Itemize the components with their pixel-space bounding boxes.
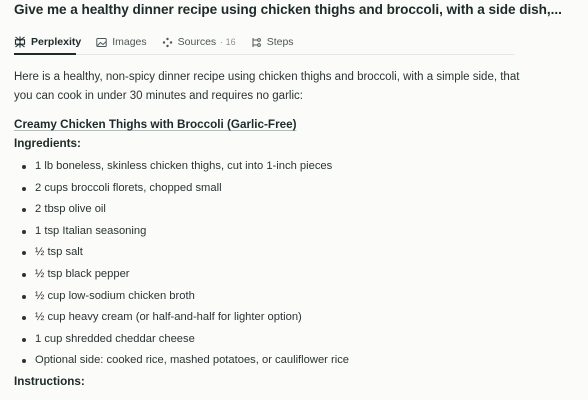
list-item: 1 lb boneless, skinless chicken thighs, … (14, 156, 554, 178)
image-icon (96, 37, 107, 47)
sources-count: · 16 (220, 37, 236, 47)
sources-count-value: 16 (225, 37, 236, 47)
tab-divider (14, 54, 514, 55)
tab-sources-label: Sources (177, 36, 217, 48)
list-item: 2 tbsp olive oil (14, 199, 554, 221)
list-item: ½ tsp black pepper (14, 264, 554, 286)
list-item: ½ tsp salt (14, 242, 554, 264)
list-item: 1 cup shredded cheddar cheese (14, 329, 554, 351)
answer-tabs: Perplexity Images Sources · 16 Steps (14, 30, 309, 54)
tab-steps[interactable]: Steps (251, 30, 294, 54)
query-title: Give me a healthy dinner recipe using ch… (14, 2, 562, 17)
ingredients-list: 1 lb boneless, skinless chicken thighs, … (14, 156, 554, 372)
ingredients-heading: Ingredients: (14, 137, 81, 150)
list-item: 1 tsp Italian seasoning (14, 221, 554, 243)
tab-images[interactable]: Images (96, 30, 147, 54)
tab-perplexity-label: Perplexity (31, 36, 82, 48)
list-item: ½ cup heavy cream (or half-and-half for … (14, 307, 554, 329)
tab-steps-label: Steps (266, 36, 294, 48)
tab-perplexity[interactable]: Perplexity (14, 30, 81, 54)
tab-sources[interactable]: Sources · 16 (162, 30, 236, 54)
list-item: 2 cups broccoli florets, chopped small (14, 178, 554, 200)
list-item: Optional side: cooked rice, mashed potat… (14, 350, 554, 372)
answer-page: Give me a healthy dinner recipe using ch… (0, 0, 588, 400)
active-tab-indicator (14, 53, 76, 55)
steps-icon (252, 37, 261, 47)
perplexity-logo-icon (14, 36, 26, 48)
sources-icon (162, 37, 172, 47)
tab-images-label: Images (112, 36, 147, 48)
recipe-title: Creamy Chicken Thighs with Broccoli (Gar… (14, 118, 297, 131)
instructions-heading: Instructions: (14, 375, 85, 388)
list-item: ½ cup low-sodium chicken broth (14, 286, 554, 308)
answer-intro: Here is a healthy, non-spicy dinner reci… (14, 71, 520, 102)
